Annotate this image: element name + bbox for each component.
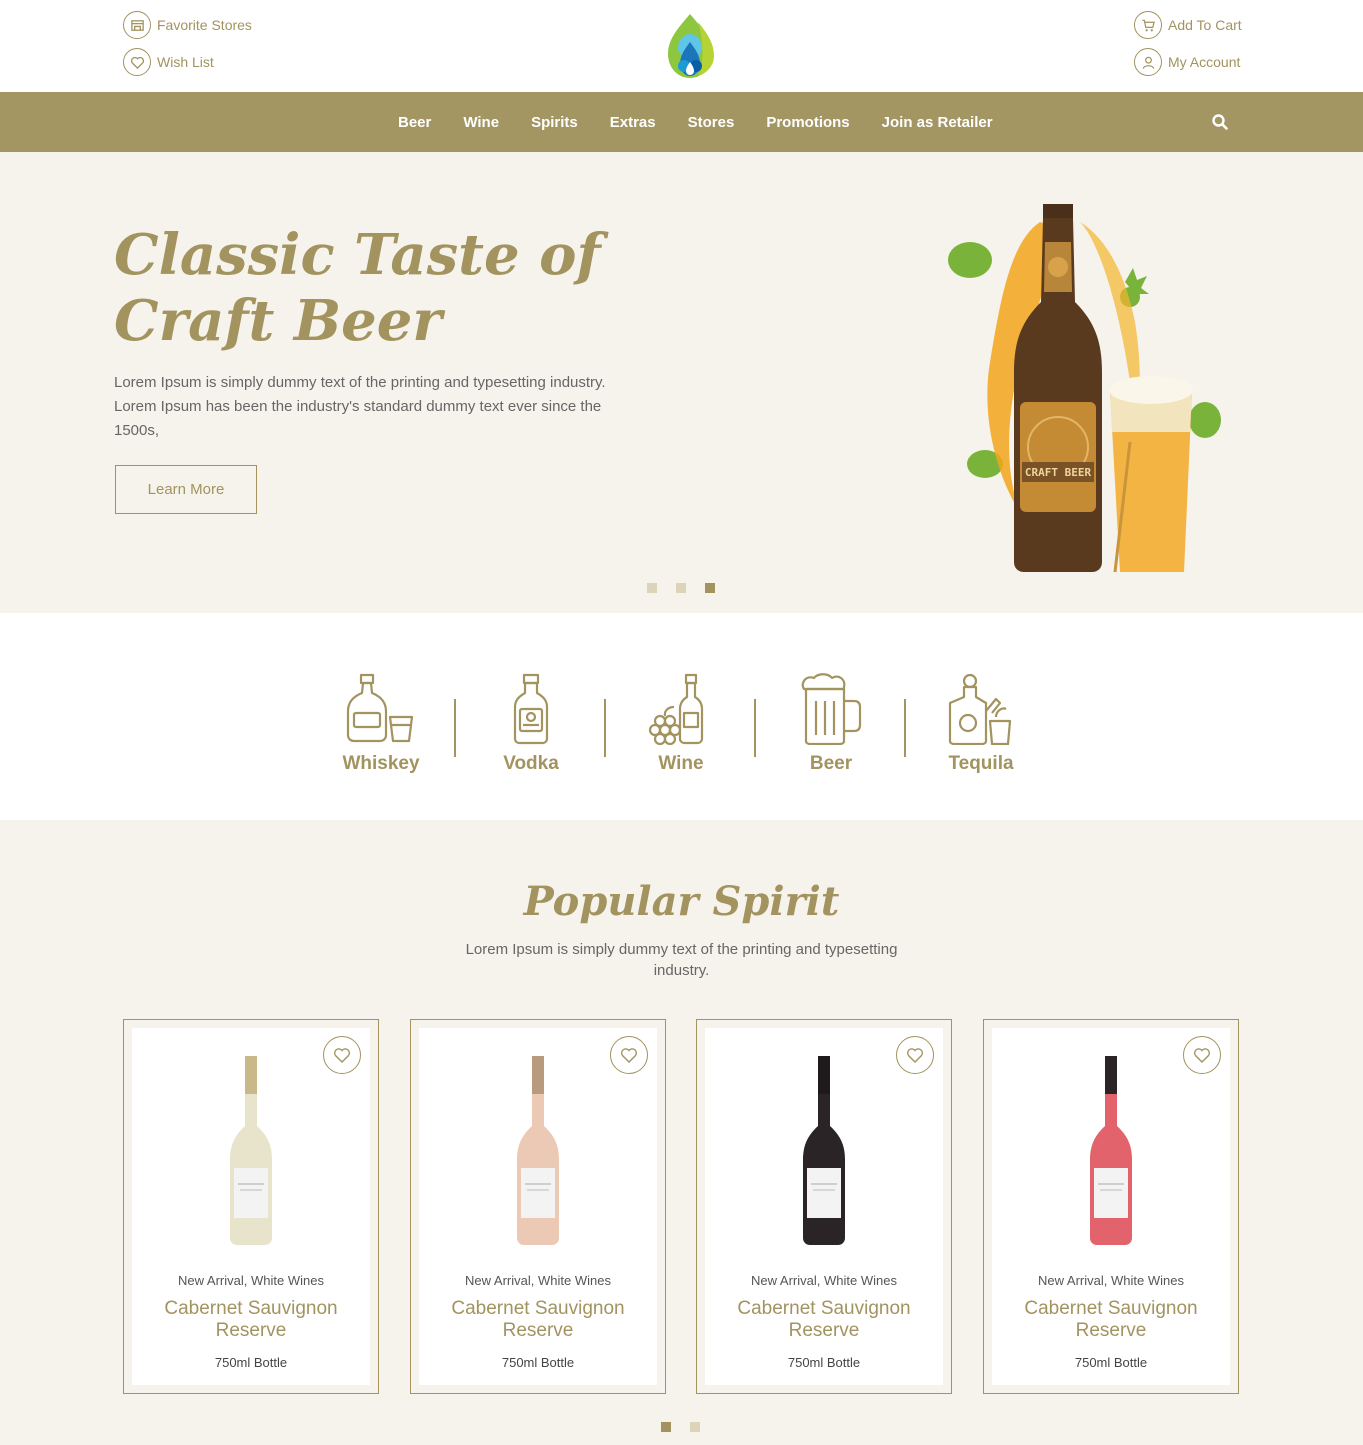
add-to-cart-link[interactable]: Add To Cart <box>1134 11 1242 39</box>
add-to-cart-label: Add To Cart <box>1168 17 1242 33</box>
carousel-dots <box>661 1422 700 1432</box>
slider-dot[interactable] <box>647 583 657 593</box>
product-size: 750ml Bottle <box>214 1355 288 1370</box>
nav-menu: Beer Wine Spirits Extras Stores Promotio… <box>382 92 1009 152</box>
category-wine[interactable]: Wine <box>621 673 741 775</box>
heart-icon <box>1193 1048 1211 1063</box>
vodka-icon <box>513 673 549 745</box>
category-whiskey[interactable]: Whiskey <box>321 673 441 775</box>
category-label: Tequila <box>948 753 1014 774</box>
product-card[interactable]: New Arrival, White Wines Cabernet Sauvig… <box>123 1019 379 1394</box>
favorite-stores-link[interactable]: Favorite Stores <box>123 11 252 39</box>
search-icon[interactable] <box>1211 113 1229 131</box>
product-size: 750ml Bottle <box>787 1355 861 1370</box>
category-label: Wine <box>658 753 704 774</box>
craft-beer-image: CRAFT BEER <box>948 204 1221 572</box>
product-card-body: New Arrival, White Wines Cabernet Sauvig… <box>705 1028 943 1385</box>
wishlist-button[interactable] <box>610 1036 648 1074</box>
category-label: Whiskey <box>342 753 420 774</box>
product-card-body: New Arrival, White Wines Cabernet Sauvig… <box>419 1028 657 1385</box>
favorite-stores-label: Favorite Stores <box>157 17 252 33</box>
wish-list-link[interactable]: Wish List <box>123 48 214 76</box>
product-card[interactable]: New Arrival, White Wines Cabernet Sauvig… <box>983 1019 1239 1394</box>
wishlist-button[interactable] <box>1183 1036 1221 1074</box>
product-category: New Arrival, White Wines <box>751 1273 897 1288</box>
tequila-icon <box>948 673 1012 745</box>
nav-item-join-retailer[interactable]: Join as Retailer <box>866 114 1009 131</box>
divider <box>754 699 756 757</box>
store-icon <box>123 11 151 39</box>
beer-icon <box>801 673 862 745</box>
user-icon <box>1134 48 1162 76</box>
section-title: Popular Spirit <box>523 878 840 925</box>
divider <box>904 699 906 757</box>
product-name[interactable]: Cabernet Sauvignon Reserve <box>715 1298 933 1342</box>
carousel-dot-active[interactable] <box>661 1422 671 1432</box>
wine-bottle-image <box>517 1056 559 1245</box>
category-label: Beer <box>809 753 853 774</box>
wishlist-button[interactable] <box>896 1036 934 1074</box>
hero-title: Classic Taste of Craft Beer <box>114 222 634 354</box>
popular-section: Popular Spirit Lorem Ipsum is simply dum… <box>0 820 1363 1445</box>
product-category: New Arrival, White Wines <box>465 1273 611 1288</box>
hero-banner: Classic Taste of Craft Beer Lorem Ipsum … <box>0 152 1363 613</box>
whiskey-icon <box>346 673 414 743</box>
my-account-link[interactable]: My Account <box>1134 48 1240 76</box>
wine-icon <box>648 673 704 745</box>
section-subtitle: Lorem Ipsum is simply dummy text of the … <box>465 941 898 979</box>
wine-bottle-image <box>230 1056 272 1245</box>
hero-title-line2: Craft Beer <box>114 288 442 354</box>
product-category: New Arrival, White Wines <box>178 1273 324 1288</box>
wishlist-button[interactable] <box>323 1036 361 1074</box>
product-card-body: New Arrival, White Wines Cabernet Sauvig… <box>132 1028 370 1385</box>
learn-more-button[interactable]: Learn More <box>115 465 257 514</box>
hero-title-line1: Classic Taste of <box>114 222 601 288</box>
logo[interactable] <box>662 12 718 80</box>
wine-bottle-image <box>1090 1056 1132 1245</box>
category-beer[interactable]: Beer <box>771 673 891 775</box>
wish-list-label: Wish List <box>157 54 214 70</box>
top-bar: Favorite Stores Wish List Add To Cart My… <box>0 0 1363 92</box>
wine-bottle-image <box>803 1056 845 1245</box>
product-name[interactable]: Cabernet Sauvignon Reserve <box>142 1298 360 1342</box>
product-card[interactable]: New Arrival, White Wines Cabernet Sauvig… <box>696 1019 952 1394</box>
nav-item-stores[interactable]: Stores <box>672 114 751 131</box>
nav-item-wine[interactable]: Wine <box>447 114 515 131</box>
product-card-body: New Arrival, White Wines Cabernet Sauvig… <box>992 1028 1230 1385</box>
hero-description: Lorem Ipsum is simply dummy text of the … <box>114 374 606 439</box>
product-name[interactable]: Cabernet Sauvignon Reserve <box>1002 1298 1220 1342</box>
category-strip: Whiskey Vodka Wine Beer Tequila <box>0 613 1363 820</box>
hero-bottle-label: CRAFT BEER <box>1025 466 1092 479</box>
product-size: 750ml Bottle <box>501 1355 575 1370</box>
nav-item-extras[interactable]: Extras <box>594 114 672 131</box>
hero-slider-dots <box>647 583 715 593</box>
category-tequila[interactable]: Tequila <box>921 673 1041 775</box>
product-size: 750ml Bottle <box>1074 1355 1148 1370</box>
product-card[interactable]: New Arrival, White Wines Cabernet Sauvig… <box>410 1019 666 1394</box>
category-vodka[interactable]: Vodka <box>471 673 591 775</box>
cart-icon <box>1134 11 1162 39</box>
divider <box>454 699 456 757</box>
carousel-dot[interactable] <box>690 1422 700 1432</box>
slider-dot-active[interactable] <box>705 583 715 593</box>
slider-dot[interactable] <box>676 583 686 593</box>
divider <box>604 699 606 757</box>
heart-icon <box>123 48 151 76</box>
heart-icon <box>620 1048 638 1063</box>
heart-icon <box>333 1048 351 1063</box>
product-name[interactable]: Cabernet Sauvignon Reserve <box>429 1298 647 1342</box>
nav-item-promotions[interactable]: Promotions <box>750 114 865 131</box>
product-category: New Arrival, White Wines <box>1038 1273 1184 1288</box>
main-nav: Beer Wine Spirits Extras Stores Promotio… <box>0 92 1363 152</box>
heart-icon <box>906 1048 924 1063</box>
category-label: Vodka <box>503 753 559 774</box>
my-account-label: My Account <box>1168 54 1241 70</box>
nav-item-beer[interactable]: Beer <box>382 114 447 131</box>
nav-item-spirits[interactable]: Spirits <box>515 114 594 131</box>
